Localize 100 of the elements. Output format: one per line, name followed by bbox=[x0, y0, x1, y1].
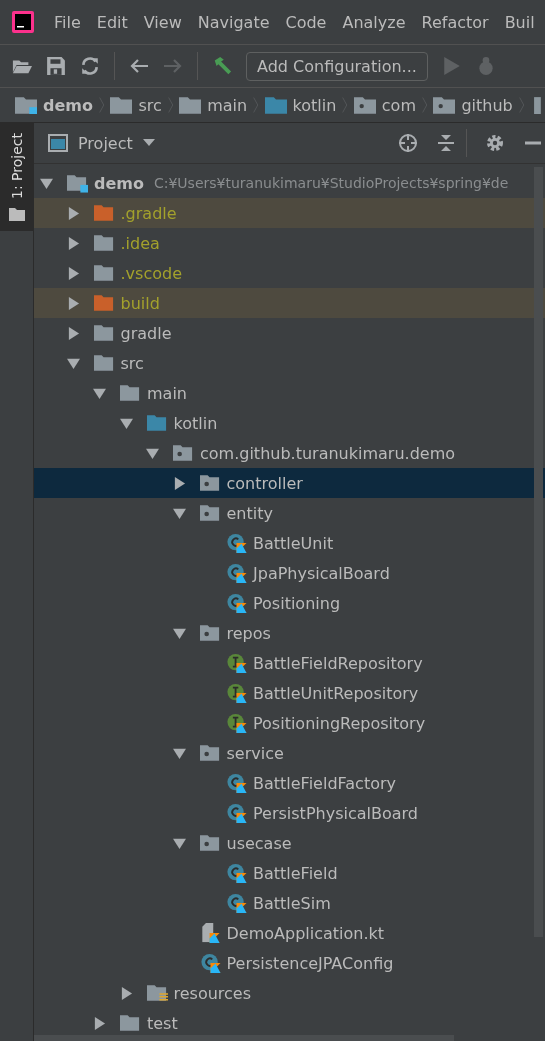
menu-item[interactable]: Analyze bbox=[342, 12, 406, 32]
tree-item-label: BattleSim bbox=[253, 893, 331, 913]
tree-item[interactable]: BattleUnitRepository bbox=[34, 678, 545, 708]
menu-item[interactable]: Code bbox=[285, 12, 327, 32]
tree-item[interactable]: src bbox=[34, 348, 545, 378]
folder-icon bbox=[110, 96, 133, 114]
kotlin-class-icon bbox=[226, 563, 247, 583]
horizontal-scrollbar[interactable] bbox=[34, 1035, 454, 1041]
expanded-arrow-icon[interactable] bbox=[172, 626, 186, 640]
tree-item[interactable]: PositioningRepository bbox=[34, 708, 545, 738]
expanded-arrow-icon[interactable] bbox=[172, 506, 186, 520]
tree-item-label: DemoApplication.kt bbox=[226, 923, 385, 943]
tree-item[interactable]: PersistPhysicalBoard bbox=[34, 798, 545, 828]
tree-item[interactable]: DemoApplication.kt bbox=[34, 918, 545, 948]
folder-icon bbox=[8, 207, 25, 221]
tree-item-label: .vscode bbox=[120, 263, 182, 283]
add-configuration-button[interactable]: Add Configuration... bbox=[246, 51, 428, 81]
tree-item-label: BattleFieldFactory bbox=[253, 773, 396, 793]
folder-icon bbox=[93, 353, 115, 373]
kotlin-interface-icon bbox=[226, 653, 247, 673]
breadcrumb-item[interactable]: main bbox=[179, 95, 248, 115]
package-folder-icon bbox=[199, 503, 221, 523]
sync-icon[interactable] bbox=[80, 56, 100, 76]
tree-item[interactable]: entity bbox=[34, 498, 545, 528]
tree-item[interactable]: test bbox=[34, 1008, 545, 1038]
expanded-arrow-icon[interactable] bbox=[119, 416, 133, 430]
tree-item[interactable]: PersistenceJPAConfig bbox=[34, 948, 545, 978]
tree-item[interactable]: BattleSim bbox=[34, 888, 545, 918]
panel-title[interactable]: Project bbox=[78, 133, 133, 153]
collapsed-arrow-icon[interactable] bbox=[66, 296, 80, 310]
app-logo-icon bbox=[12, 11, 34, 33]
tree-item[interactable]: controller bbox=[34, 468, 545, 498]
collapsed-arrow-icon[interactable] bbox=[66, 326, 80, 340]
package-folder-icon bbox=[199, 473, 221, 493]
menu-item[interactable]: Navigate bbox=[197, 12, 270, 32]
locate-icon[interactable] bbox=[398, 133, 418, 153]
vertical-scrollbar[interactable] bbox=[534, 167, 543, 937]
tree-item-label: .idea bbox=[120, 233, 160, 253]
tree-item-label: BattleUnitRepository bbox=[253, 683, 419, 703]
tree-item[interactable]: usecase bbox=[34, 828, 545, 858]
menu-item[interactable]: File bbox=[54, 12, 81, 32]
kotlin-interface-icon bbox=[226, 683, 247, 703]
tree-item[interactable]: .gradle bbox=[34, 198, 545, 228]
tree-item-label: main bbox=[147, 383, 187, 403]
tree-item[interactable]: resources bbox=[34, 978, 545, 1008]
project-tool-tab[interactable]: 1: Project bbox=[0, 123, 33, 231]
tree-item[interactable]: service bbox=[34, 738, 545, 768]
tree-item[interactable]: .idea bbox=[34, 228, 545, 258]
tree-item[interactable]: .vscode bbox=[34, 258, 545, 288]
expanded-arrow-icon[interactable] bbox=[93, 386, 106, 400]
tree-item-label: build bbox=[120, 293, 160, 313]
expanded-arrow-icon[interactable] bbox=[172, 746, 186, 760]
tree-item-label: test bbox=[147, 1013, 178, 1033]
tree-item-label: controller bbox=[226, 473, 303, 493]
tree-item-label: PositioningRepository bbox=[253, 713, 426, 733]
expanded-arrow-icon[interactable] bbox=[66, 356, 80, 370]
tree-item[interactable]: BattleUnit bbox=[34, 528, 545, 558]
tree-item[interactable]: main bbox=[34, 378, 545, 408]
expanded-arrow-icon[interactable] bbox=[172, 836, 186, 850]
tree-item-label: JpaPhysicalBoard bbox=[253, 563, 390, 583]
tree-item-label: gradle bbox=[120, 323, 172, 343]
collapsed-arrow-icon[interactable] bbox=[172, 476, 186, 490]
tree-item-label: PersistenceJPAConfig bbox=[226, 953, 394, 973]
tree-item[interactable]: gradle bbox=[34, 318, 545, 348]
menu-item[interactable]: Refactor bbox=[421, 12, 489, 32]
breadcrumb-item[interactable]: demo bbox=[15, 95, 93, 115]
tree-item[interactable]: kotlin bbox=[34, 408, 545, 438]
menu-item[interactable]: Edit bbox=[96, 12, 128, 32]
collapsed-arrow-icon[interactable] bbox=[66, 206, 80, 220]
collapsed-arrow-icon[interactable] bbox=[93, 1016, 106, 1030]
kotlin-class-icon bbox=[226, 773, 247, 793]
tree-item-label: Positioning bbox=[253, 593, 341, 613]
tree-item-label: usecase bbox=[226, 833, 292, 853]
collapsed-arrow-icon[interactable] bbox=[66, 236, 80, 250]
save-icon[interactable] bbox=[46, 56, 66, 76]
tree-item[interactable]: BattleFieldFactory bbox=[34, 768, 545, 798]
menu-item[interactable]: Buil bbox=[504, 12, 535, 32]
tree-item[interactable]: build bbox=[34, 288, 545, 318]
kotlin-class-icon bbox=[226, 593, 247, 613]
resources-folder-icon bbox=[146, 983, 168, 1003]
expanded-arrow-icon[interactable] bbox=[40, 176, 53, 190]
tree-item[interactable]: Positioning bbox=[34, 588, 545, 618]
menu-item[interactable]: View bbox=[143, 12, 182, 32]
collapse-all-icon[interactable] bbox=[436, 133, 456, 153]
tree-item[interactable]: JpaPhysicalBoard bbox=[34, 558, 545, 588]
expanded-arrow-icon[interactable] bbox=[146, 446, 159, 460]
breadcrumb-item[interactable]: src bbox=[110, 95, 162, 115]
breadcrumb-item[interactable]: com bbox=[353, 95, 416, 115]
tree-item[interactable]: BattleField bbox=[34, 858, 545, 888]
tree-item[interactable]: BattleFieldRepository bbox=[34, 648, 545, 678]
tree-item[interactable]: demo C:¥Users¥turanukimaru¥StudioProjects¥spring¥de bbox=[34, 168, 545, 198]
collapsed-arrow-icon[interactable] bbox=[66, 266, 80, 280]
tree-item-label: src bbox=[120, 353, 144, 373]
settings-icon[interactable] bbox=[485, 133, 505, 153]
breadcrumb-item[interactable]: github bbox=[433, 95, 513, 115]
dropdown-caret-icon[interactable] bbox=[142, 139, 155, 147]
tree-item[interactable]: com.github.turanukimaru.demo bbox=[34, 438, 545, 468]
breadcrumb-item[interactable]: kotlin bbox=[264, 95, 337, 115]
collapsed-arrow-icon[interactable] bbox=[119, 986, 133, 1000]
tree-item[interactable]: repos bbox=[34, 618, 545, 648]
